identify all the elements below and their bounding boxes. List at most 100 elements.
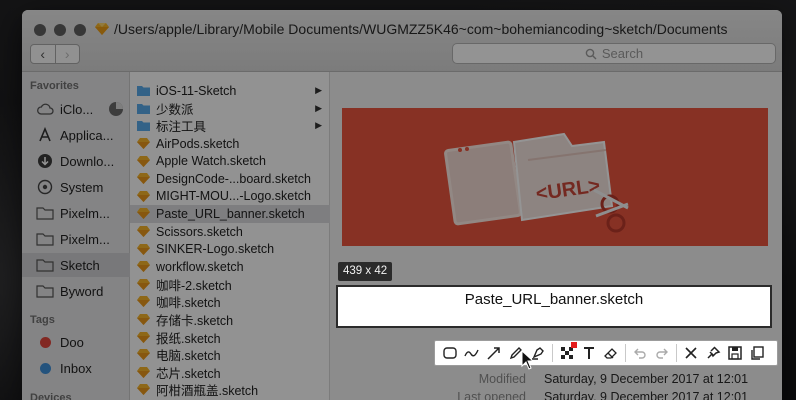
file-row[interactable]: 存储卡.sketch [130,311,330,329]
arrow-tool-button[interactable] [483,342,505,364]
file-name: DesignCode-...board.sketch [156,171,311,186]
close-window-button[interactable] [34,24,46,36]
sidebar-item-sketch[interactable]: Sketch [22,253,130,277]
sidebar-item-pixelmator-1[interactable]: Pixelm... [22,201,130,225]
applications-icon [36,127,54,143]
file-name: 阿柑酒瓶盖.sketch [156,384,259,399]
sidebar-item-pixelmator-2[interactable]: Pixelm... [22,227,130,251]
sidebar-item-system[interactable]: System [22,175,130,199]
undo-icon [634,348,646,359]
folder-row[interactable]: iOS-11-Sketch ▶ [130,82,330,100]
capture-selection-region[interactable]: Paste_URL_banner.sketch [336,285,772,328]
search-placeholder: Search [601,46,644,61]
save-icon [728,346,742,360]
file-name: 报纸.sketch [156,331,221,346]
text-tool-button[interactable] [578,342,600,364]
system-icon [36,179,54,195]
sidebar-item-label: Doo [60,334,84,350]
file-row[interactable]: 电脑.sketch [130,346,330,364]
disclosure-arrow-icon: ▶ [315,120,322,131]
sketch-file-icon [137,349,150,361]
redo-button[interactable] [651,342,673,364]
file-name: iOS-11-Sketch [156,83,237,98]
forward-button[interactable]: › [56,45,80,63]
sketch-file-icon [137,155,150,167]
file-row[interactable]: Scissors.sketch [130,223,330,241]
disclosure-arrow-icon: ▶ [315,85,322,96]
tags-heading: Tags [30,314,55,326]
file-row[interactable]: 咖啡-2.sketch [130,276,330,294]
zoom-window-button[interactable] [74,24,86,36]
sketch-file-icon [137,173,150,185]
undo-button[interactable] [629,342,651,364]
folder-icon [137,121,150,132]
sidebar-item-icloud[interactable]: iClo... [22,97,130,121]
file-name: Apple Watch.sketch [156,154,267,169]
rectangle-tool-button[interactable] [439,342,461,364]
file-row[interactable]: 芯片.sketch [130,364,330,382]
file-name: 咖啡.sketch [156,296,221,311]
sidebar-item-downloads[interactable]: Downlo... [22,149,130,173]
file-name: Scissors.sketch [156,224,243,239]
sidebar-item-label: Applica... [60,127,114,143]
text-icon [584,347,594,359]
file-name: 电脑.sketch [156,349,221,364]
disclosure-arrow-icon: ▶ [315,102,322,113]
folder-row[interactable]: 标注工具 ▶ [130,117,330,135]
cancel-capture-button[interactable] [680,342,702,364]
sketch-file-icon [137,384,150,396]
freehand-tool-button[interactable] [461,342,483,364]
file-row[interactable]: DesignCode-...board.sketch [130,170,330,188]
file-name: 存储卡.sketch [156,314,234,329]
file-row[interactable]: AirPods.sketch [130,135,330,153]
eraser-tool-button[interactable] [600,342,622,364]
save-button[interactable] [724,342,746,364]
back-button[interactable]: ‹ [31,45,56,63]
sidebar-item-byword[interactable]: Byword [22,279,130,303]
modified-value: Saturday, 9 December 2017 at 12:01 [544,372,749,386]
arrow-icon [487,347,500,360]
copy-button[interactable] [746,342,768,364]
sketch-file-icon [137,331,150,343]
sketch-file-icon [137,366,150,378]
sketch-file-icon [137,226,150,238]
file-name: 咖啡-2.sketch [156,278,232,293]
sidebar-item-applications[interactable]: Applica... [22,123,130,147]
file-name: 标注工具 [156,120,207,135]
file-row[interactable]: SINKER-Logo.sketch [130,240,330,258]
search-icon [585,48,597,59]
eraser-icon [604,348,617,359]
downloads-icon [36,153,54,169]
file-row[interactable]: workflow.sketch [130,258,330,276]
sidebar-item-label: Byword [60,283,104,299]
minimize-window-button[interactable] [54,24,66,36]
search-field[interactable]: Search [452,43,776,64]
selection-size-badge: 439 x 42 [338,262,393,281]
sketch-file-icon [137,261,150,273]
freehand-icon [464,349,479,357]
sidebar-tag-inbox[interactable]: Inbox [22,356,130,380]
sketch-file-icon [137,190,150,202]
file-row[interactable]: 报纸.sketch [130,328,330,346]
sidebar-tag-doo[interactable]: Doo [22,330,130,354]
folder-row[interactable]: 少数派 ▶ [130,100,330,118]
file-name: MIGHT-MOU...-Logo.sketch [156,189,311,204]
last-opened-label: Last opened [457,390,526,400]
file-row[interactable]: 咖啡.sketch [130,293,330,311]
close-icon [685,347,697,359]
cloud-icon [36,101,54,117]
pin-button[interactable] [702,342,724,364]
file-row[interactable]: 阿柑酒瓶盖.sketch [130,381,330,399]
file-row[interactable]: Apple Watch.sketch [130,152,330,170]
file-row[interactable]: Paste_URL_banner.sketch [130,205,330,223]
mosaic-tool-button[interactable] [556,342,578,364]
capture-selection-text: Paste_URL_banner.sketch [464,291,644,308]
file-name: SINKER-Logo.sketch [156,242,275,257]
folder-icon [36,231,54,247]
sketch-file-icon [137,278,150,290]
modified-label: Modified [478,372,526,386]
sidebar-item-label: Downlo... [60,153,115,169]
sketch-file-icon [137,296,150,308]
file-row[interactable]: MIGHT-MOU...-Logo.sketch [130,188,330,206]
pin-icon [707,346,721,359]
